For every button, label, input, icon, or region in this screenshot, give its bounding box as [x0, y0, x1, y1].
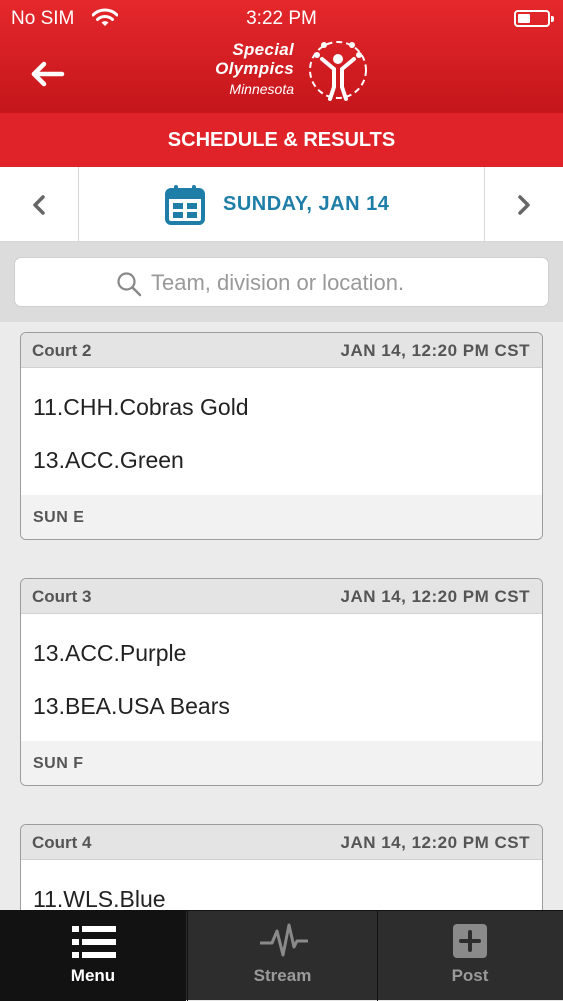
game-card[interactable]: Court 4 JAN 14, 12:20 PM CST 11.WLS.Blue — [20, 824, 543, 910]
tab-stream-label: Stream — [253, 966, 312, 985]
game-card-header: Court 2 JAN 14, 12:20 PM CST — [21, 333, 542, 368]
court-label: Court 2 — [32, 341, 92, 360]
game-time: JAN 14, 12:20 PM CST — [340, 587, 530, 606]
chevron-right-icon — [518, 195, 530, 215]
calendar-icon[interactable] — [164, 184, 206, 226]
game-time: JAN 14, 12:20 PM CST — [340, 833, 530, 852]
logo-text-minnesota: Minnesota — [229, 81, 294, 97]
search-input[interactable] — [151, 266, 531, 300]
division-label: SUN E — [33, 509, 85, 526]
logo-text-special: Special — [232, 40, 294, 59]
team-one: 13.ACC.Purple — [33, 640, 187, 666]
special-olympics-emblem-icon — [309, 41, 367, 101]
tab-menu-label: Menu — [70, 966, 116, 985]
previous-day-button[interactable] — [0, 167, 79, 241]
game-time: JAN 14, 12:20 PM CST — [340, 341, 530, 360]
special-olympics-logo: Special Olympics Minnesota — [190, 37, 372, 105]
tab-menu[interactable]: Menu — [0, 911, 186, 1001]
team-one: 11.CHH.Cobras Gold — [33, 394, 249, 420]
division-label: SUN F — [33, 755, 84, 772]
search-icon — [117, 272, 142, 297]
list-icon — [72, 926, 116, 958]
game-card-footer: SUN F — [21, 741, 542, 785]
page-title: SCHEDULE & RESULTS — [0, 113, 563, 167]
team-two: 13.ACC.Green — [33, 447, 184, 473]
battery-icon — [514, 10, 554, 27]
app-header: No SIM 3:22 PM Special Olympics Minnesot… — [0, 0, 563, 113]
search-bar — [0, 242, 563, 322]
game-card[interactable]: Court 3 JAN 14, 12:20 PM CST 13.ACC.Purp… — [20, 578, 543, 786]
next-day-button[interactable] — [484, 167, 563, 241]
game-card[interactable]: Court 2 JAN 14, 12:20 PM CST 11.CHH.Cobr… — [20, 332, 543, 540]
game-card-header: Court 3 JAN 14, 12:20 PM CST — [21, 579, 542, 614]
pulse-icon — [260, 923, 308, 957]
court-label: Court 3 — [32, 587, 92, 606]
selected-date[interactable]: SUNDAY, JAN 14 — [223, 193, 389, 216]
team-one: 11.WLS.Blue — [33, 886, 166, 910]
back-arrow-icon[interactable] — [30, 60, 66, 88]
court-label: Court 4 — [32, 833, 92, 852]
game-card-footer: SUN E — [21, 495, 542, 539]
search-box[interactable] — [14, 257, 549, 307]
status-bar: No SIM 3:22 PM — [0, 6, 563, 32]
logo-text-olympics: Olympics — [215, 59, 294, 78]
tab-post-label: Post — [451, 966, 489, 985]
bottom-tab-bar: Menu Stream Post — [0, 910, 563, 1001]
games-list: Court 2 JAN 14, 12:20 PM CST 11.CHH.Cobr… — [0, 322, 563, 910]
tab-stream[interactable]: Stream — [187, 911, 378, 1001]
date-navigator: SUNDAY, JAN 14 — [0, 167, 563, 242]
chevron-left-icon — [33, 195, 45, 215]
clock: 3:22 PM — [246, 8, 317, 29]
tab-post[interactable]: Post — [377, 911, 563, 1001]
team-two: 13.BEA.USA Bears — [33, 693, 230, 719]
plus-square-icon — [453, 924, 487, 958]
game-card-header: Court 4 JAN 14, 12:20 PM CST — [21, 825, 542, 860]
